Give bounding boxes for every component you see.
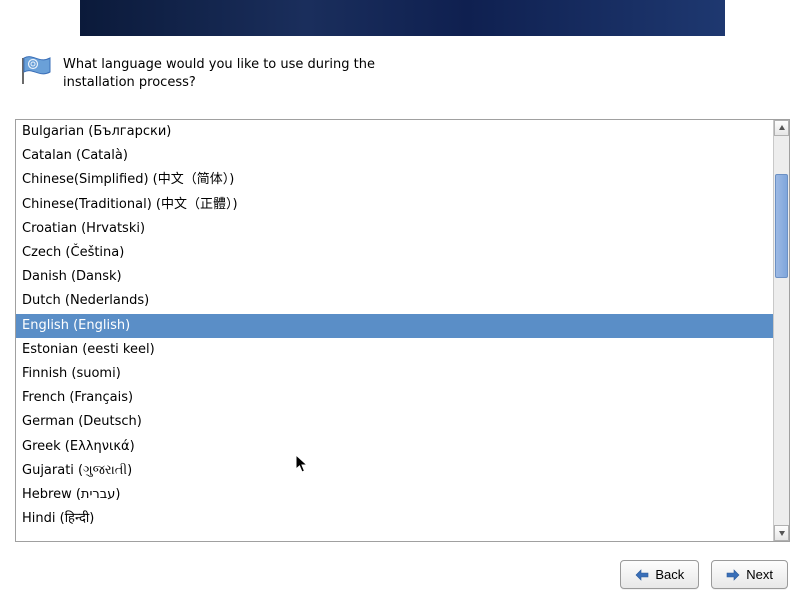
footer-buttons: Back Next [15,560,790,591]
language-option[interactable]: Hindi (हिन्दी) [16,507,773,531]
language-option[interactable]: Danish (Dansk) [16,265,773,289]
language-option[interactable]: Greek (Ελληνικά) [16,435,773,459]
scroll-track[interactable] [774,136,789,525]
back-button[interactable]: Back [620,560,699,589]
back-button-label: Back [655,567,684,582]
scroll-down-button[interactable] [774,525,789,541]
language-option[interactable]: French (Français) [16,386,773,410]
arrow-right-icon [726,569,740,581]
scrollbar[interactable] [773,120,789,541]
language-list-container: Bulgarian (Български)Catalan (Català)Chi… [15,119,790,542]
arrow-left-icon [635,569,649,581]
next-button[interactable]: Next [711,560,788,589]
prompt-text: What language would you like to use duri… [63,54,383,91]
prompt-row: What language would you like to use duri… [19,54,790,91]
language-option[interactable]: Catalan (Català) [16,144,773,168]
flag-icon [19,54,53,84]
language-option[interactable]: Hebrew (עברית) [16,483,773,507]
language-option[interactable]: Czech (Čeština) [16,241,773,265]
language-option[interactable]: Croatian (Hrvatski) [16,217,773,241]
language-list[interactable]: Bulgarian (Български)Catalan (Català)Chi… [16,120,773,541]
language-option[interactable]: Chinese(Traditional) (中文（正體）) [16,193,773,217]
language-option[interactable]: Chinese(Simplified) (中文（简体）) [16,168,773,192]
language-option[interactable]: English (English) [16,314,773,338]
language-option[interactable]: German (Deutsch) [16,410,773,434]
language-option[interactable]: Gujarati (ગુજરાતી) [16,459,773,483]
scroll-up-button[interactable] [774,120,789,136]
language-option[interactable]: Bulgarian (Български) [16,120,773,144]
header-banner [80,0,725,36]
language-option[interactable]: Estonian (eesti keel) [16,338,773,362]
language-option[interactable]: Dutch (Nederlands) [16,289,773,313]
installer-window: What language would you like to use duri… [0,0,805,606]
scroll-thumb[interactable] [775,174,788,278]
next-button-label: Next [746,567,773,582]
language-option[interactable]: Finnish (suomi) [16,362,773,386]
